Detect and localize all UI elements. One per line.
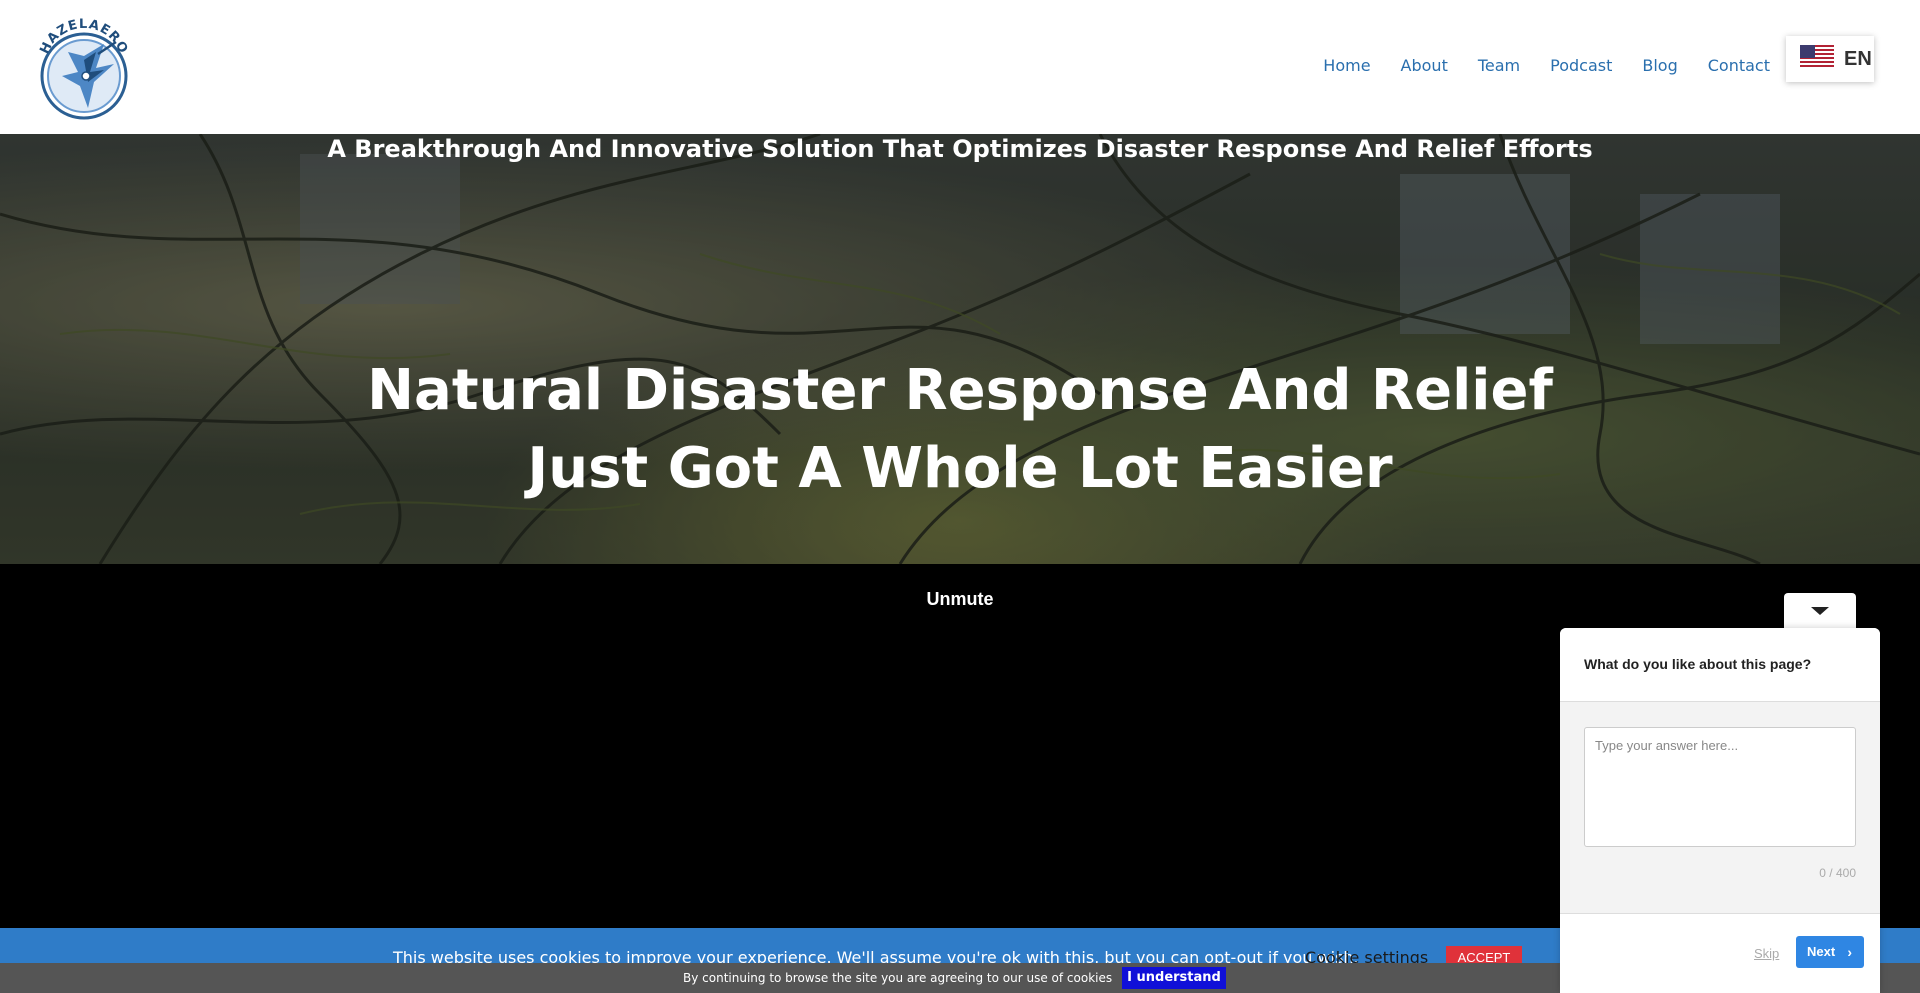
nav-about-link[interactable]: About [1401, 56, 1448, 75]
feedback-char-counter: 0 / 400 [1819, 866, 1856, 880]
language-switcher[interactable]: EN [1786, 36, 1874, 82]
nav-home-link[interactable]: Home [1323, 56, 1370, 75]
feedback-widget: What do you like about this page? 0 / 40… [1560, 628, 1880, 993]
hero-section: A Breakthrough And Innovative Solution T… [0, 134, 1920, 564]
feedback-collapse-button[interactable] [1784, 593, 1856, 629]
feedback-skip-link[interactable]: Skip [1754, 946, 1779, 961]
site-header: HAZELAERO Home About Team Podcast Blog C… [0, 0, 1920, 134]
nav-team-link[interactable]: Team [1478, 56, 1520, 75]
language-label: EN [1844, 47, 1872, 70]
i-understand-button[interactable]: I understand [1122, 967, 1226, 989]
us-flag-icon [1800, 44, 1834, 74]
nav-podcast-link[interactable]: Podcast [1550, 56, 1612, 75]
nav-blog-link[interactable]: Blog [1642, 56, 1677, 75]
feedback-answer-input[interactable] [1584, 727, 1856, 847]
hero-title-line1: Natural Disaster Response And Relief [367, 358, 1553, 423]
main-nav: Home About Team Podcast Blog Contact [1323, 56, 1770, 75]
caret-down-icon [1811, 607, 1829, 615]
hero-subtitle: A Breakthrough And Innovative Solution T… [327, 135, 1593, 163]
nav-contact-link[interactable]: Contact [1708, 56, 1770, 75]
unmute-button[interactable]: Unmute [0, 589, 1920, 610]
feedback-footer: Skip Next › [1560, 913, 1880, 993]
chevron-right-icon: › [1847, 944, 1852, 960]
hazelaero-logo[interactable]: HAZELAERO [34, 16, 134, 120]
hero-title: Natural Disaster Response And Relief Jus… [0, 352, 1920, 508]
feedback-header: What do you like about this page? [1560, 628, 1880, 702]
feedback-next-button[interactable]: Next › [1796, 936, 1864, 968]
feedback-question: What do you like about this page? [1584, 656, 1812, 672]
hero-title-line2: Just Got A Whole Lot Easier [527, 436, 1393, 501]
browse-notice-text: By continuing to browse the site you are… [683, 971, 1113, 985]
feedback-next-label: Next [1807, 944, 1836, 959]
